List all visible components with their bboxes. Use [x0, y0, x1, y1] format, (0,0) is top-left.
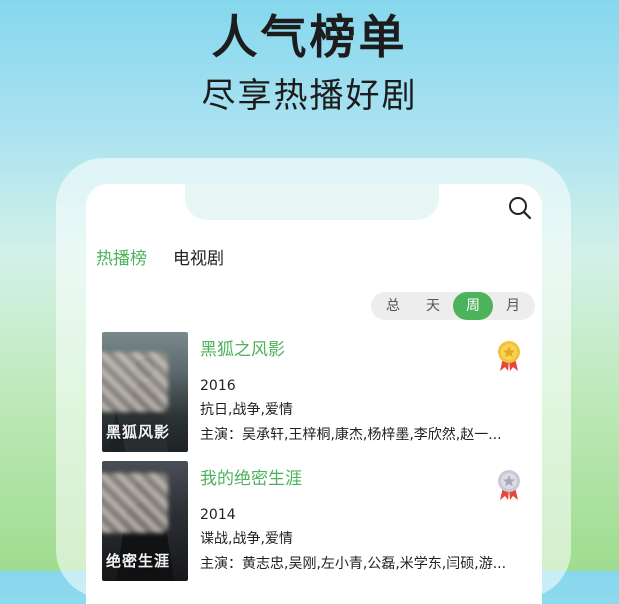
blur-mask [102, 473, 168, 533]
show-year: 2014 [200, 507, 236, 523]
silver-medal-icon [498, 470, 520, 500]
period-option-week[interactable]: 周 [453, 292, 493, 320]
list-item[interactable]: 绝密生涯 我的绝密生涯 2014 谍战,战争,爱情 主演：黄志忠,吴刚,左小青,… [102, 461, 542, 581]
show-genres: 抗日,战争,爱情 [200, 402, 293, 418]
phone-notch [185, 184, 439, 220]
tab-tv-series[interactable]: 电视剧 [173, 247, 224, 271]
period-option-month[interactable]: 月 [493, 292, 533, 320]
show-cast: 主演：黄志忠,吴刚,左小青,公磊,米学东,闫硕,游... [200, 556, 507, 572]
search-icon[interactable] [508, 196, 532, 220]
poster-title: 绝密生涯 [106, 552, 171, 570]
hero-subtitle: 尽享热播好剧 [201, 76, 418, 116]
list-item[interactable]: 黑狐风影 黑狐之风影 2016 抗日,战争,爱情 主演：吴承轩,王梓桐,康杰,杨… [102, 332, 542, 452]
show-cast: 主演：吴承轩,王梓桐,康杰,杨梓墨,李欣然,赵一... [200, 427, 502, 443]
poster-title: 黑狐风影 [106, 423, 171, 441]
app-screen: 热播榜 电视剧 总 天 周 月 黑狐风影 黑狐之风影 2016 抗日,战争,爱情… [86, 184, 542, 604]
gold-medal-icon [498, 341, 520, 371]
period-option-total[interactable]: 总 [373, 292, 413, 320]
hero-title: 人气榜单 [211, 10, 408, 64]
poster-image[interactable]: 黑狐风影 [102, 332, 188, 452]
period-option-day[interactable]: 天 [413, 292, 453, 320]
show-title[interactable]: 黑狐之风影 [200, 338, 285, 362]
show-year: 2016 [200, 378, 236, 394]
show-title[interactable]: 我的绝密生涯 [200, 467, 302, 491]
period-segmented-control: 总 天 周 月 [371, 292, 535, 320]
blur-mask [102, 352, 168, 412]
show-genres: 谍战,战争,爱情 [200, 531, 293, 547]
poster-image[interactable]: 绝密生涯 [102, 461, 188, 581]
tab-hot[interactable]: 热播榜 [96, 247, 147, 271]
